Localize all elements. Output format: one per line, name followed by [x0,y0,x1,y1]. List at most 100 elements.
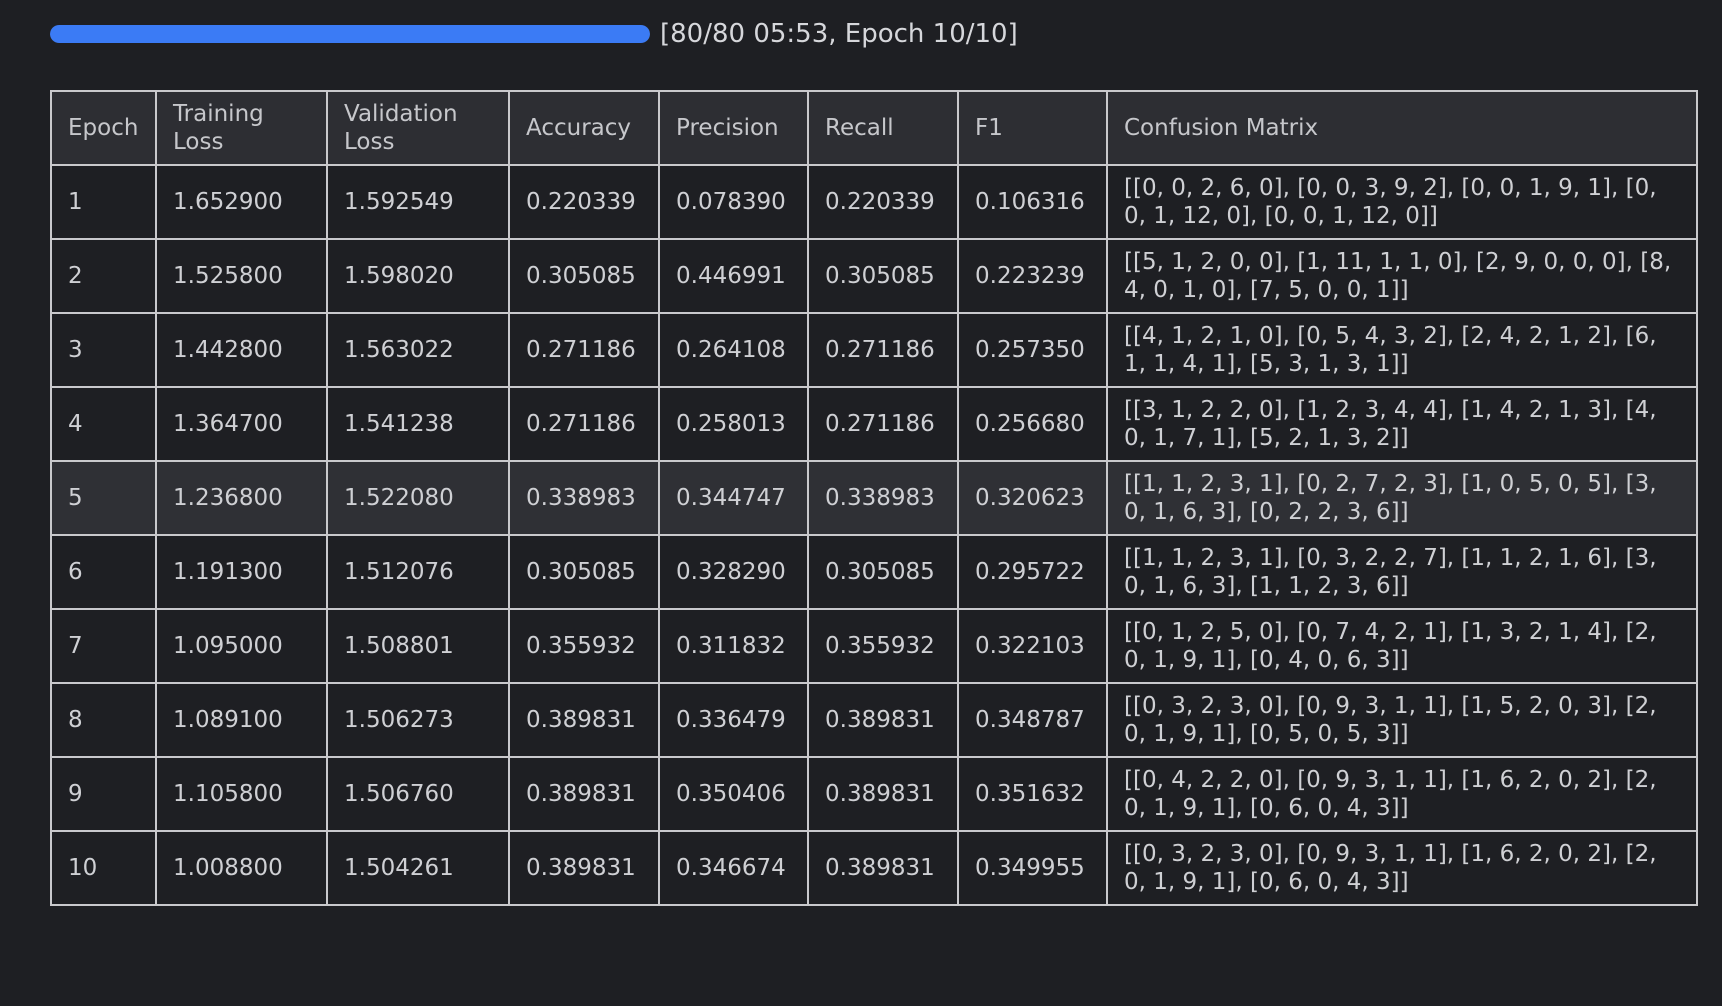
cell-validation-loss: 1.506760 [326,756,510,832]
table-row: 10 1.008800 1.504261 0.389831 0.346674 0.3898… [50,830,1698,906]
cell-recall: 0.305085 [807,534,959,610]
cell-f1: 0.351632 [957,756,1108,832]
cell-epoch: 1 [50,164,157,240]
cell-training-loss: 1.364700 [155,386,328,462]
cell-accuracy: 0.305085 [508,238,660,314]
column-header-validation-loss: Validation Loss [326,90,510,166]
cell-confusion-matrix: [[1, 1, 2, 3, 1], [0, 2, 7, 2, 3], [1, 0… [1106,460,1698,536]
cell-accuracy: 0.389831 [508,682,660,758]
cell-f1: 0.349955 [957,830,1108,906]
cell-recall: 0.338983 [807,460,959,536]
table-header-row: Epoch Training Loss Validation Loss Accurac… [50,90,1698,166]
cell-accuracy: 0.389831 [508,756,660,832]
cell-validation-loss: 1.592549 [326,164,510,240]
cell-validation-loss: 1.512076 [326,534,510,610]
cell-training-loss: 1.089100 [155,682,328,758]
cell-f1: 0.257350 [957,312,1108,388]
cell-epoch: 9 [50,756,157,832]
cell-precision: 0.350406 [658,756,809,832]
cell-precision: 0.346674 [658,830,809,906]
cell-epoch: 6 [50,534,157,610]
cell-confusion-matrix: [[0, 3, 2, 3, 0], [0, 9, 3, 1, 1], [1, 6… [1106,830,1698,906]
cell-recall: 0.389831 [807,756,959,832]
cell-f1: 0.295722 [957,534,1108,610]
cell-precision: 0.311832 [658,608,809,684]
cell-f1: 0.106316 [957,164,1108,240]
table-row: 3 1.442800 1.563022 0.271186 0.264108 0.27118… [50,312,1698,388]
column-header-accuracy: Accuracy [508,90,660,166]
table-row: 4 1.364700 1.541238 0.271186 0.258013 0.27118… [50,386,1698,462]
cell-f1: 0.256680 [957,386,1108,462]
cell-confusion-matrix: [[0, 3, 2, 3, 0], [0, 9, 3, 1, 1], [1, 5… [1106,682,1698,758]
cell-epoch: 5 [50,460,157,536]
cell-confusion-matrix: [[0, 4, 2, 2, 0], [0, 9, 3, 1, 1], [1, 6… [1106,756,1698,832]
table-row: 7 1.095000 1.508801 0.355932 0.311832 0.35593… [50,608,1698,684]
cell-validation-loss: 1.522080 [326,460,510,536]
column-header-precision: Precision [658,90,809,166]
progress-bar-fill [50,25,650,43]
table-row: 2 1.525800 1.598020 0.305085 0.446991 0.30508… [50,238,1698,314]
progress-row: [80/80 05:53, Epoch 10/10] [50,16,1018,52]
cell-accuracy: 0.220339 [508,164,660,240]
cell-f1: 0.348787 [957,682,1108,758]
training-output: [80/80 05:53, Epoch 10/10] Epoch Training… [0,0,1722,1006]
cell-confusion-matrix: [[4, 1, 2, 1, 0], [0, 5, 4, 3, 2], [2, 4… [1106,312,1698,388]
table-row: 5 1.236800 1.522080 0.338983 0.344747 0.33898… [50,460,1698,536]
progress-status-text: [80/80 05:53, Epoch 10/10] [660,19,1018,49]
cell-accuracy: 0.305085 [508,534,660,610]
cell-epoch: 8 [50,682,157,758]
cell-confusion-matrix: [[1, 1, 2, 3, 1], [0, 3, 2, 2, 7], [1, 1… [1106,534,1698,610]
cell-confusion-matrix: [[0, 0, 2, 6, 0], [0, 0, 3, 9, 2], [0, 0… [1106,164,1698,240]
cell-f1: 0.322103 [957,608,1108,684]
cell-confusion-matrix: [[0, 1, 2, 5, 0], [0, 7, 4, 2, 1], [1, 3… [1106,608,1698,684]
cell-validation-loss: 1.508801 [326,608,510,684]
cell-training-loss: 1.442800 [155,312,328,388]
cell-epoch: 3 [50,312,157,388]
cell-training-loss: 1.525800 [155,238,328,314]
table-row: 9 1.105800 1.506760 0.389831 0.350406 0.38983… [50,756,1698,832]
cell-recall: 0.271186 [807,386,959,462]
column-header-epoch: Epoch [50,90,157,166]
cell-precision: 0.344747 [658,460,809,536]
cell-f1: 0.223239 [957,238,1108,314]
cell-precision: 0.078390 [658,164,809,240]
cell-validation-loss: 1.541238 [326,386,510,462]
cell-recall: 0.305085 [807,238,959,314]
cell-recall: 0.389831 [807,682,959,758]
progress-bar [50,25,650,43]
cell-precision: 0.258013 [658,386,809,462]
cell-validation-loss: 1.598020 [326,238,510,314]
cell-epoch: 4 [50,386,157,462]
cell-recall: 0.355932 [807,608,959,684]
cell-f1: 0.320623 [957,460,1108,536]
column-header-training-loss: Training Loss [155,90,328,166]
cell-precision: 0.328290 [658,534,809,610]
table-row: 6 1.191300 1.512076 0.305085 0.328290 0.30508… [50,534,1698,610]
cell-accuracy: 0.389831 [508,830,660,906]
table-body: 1 1.652900 1.592549 0.220339 0.078390 0.22033… [50,164,1698,906]
cell-validation-loss: 1.563022 [326,312,510,388]
cell-accuracy: 0.355932 [508,608,660,684]
cell-training-loss: 1.236800 [155,460,328,536]
cell-precision: 0.446991 [658,238,809,314]
cell-recall: 0.389831 [807,830,959,906]
cell-training-loss: 1.652900 [155,164,328,240]
cell-epoch: 7 [50,608,157,684]
cell-precision: 0.264108 [658,312,809,388]
table-row: 1 1.652900 1.592549 0.220339 0.078390 0.22033… [50,164,1698,240]
cell-recall: 0.271186 [807,312,959,388]
cell-recall: 0.220339 [807,164,959,240]
cell-training-loss: 1.191300 [155,534,328,610]
cell-epoch: 2 [50,238,157,314]
table-row: 8 1.089100 1.506273 0.389831 0.336479 0.38983… [50,682,1698,758]
column-header-recall: Recall [807,90,959,166]
cell-accuracy: 0.271186 [508,312,660,388]
cell-confusion-matrix: [[3, 1, 2, 2, 0], [1, 2, 3, 4, 4], [1, 4… [1106,386,1698,462]
metrics-table: Epoch Training Loss Validation Loss Accurac… [50,90,1698,906]
cell-training-loss: 1.095000 [155,608,328,684]
cell-accuracy: 0.338983 [508,460,660,536]
cell-epoch: 10 [50,830,157,906]
cell-validation-loss: 1.506273 [326,682,510,758]
cell-training-loss: 1.105800 [155,756,328,832]
cell-validation-loss: 1.504261 [326,830,510,906]
